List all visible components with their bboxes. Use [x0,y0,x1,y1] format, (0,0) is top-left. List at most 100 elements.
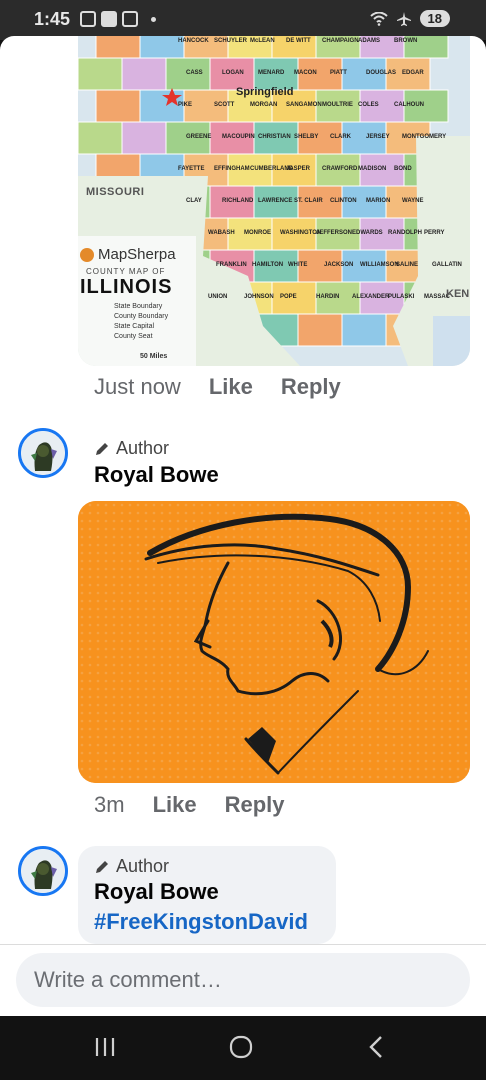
county-label: CHRISTIAN [258,134,291,140]
map-state-title: ILLINOIS [80,276,173,298]
reply-button[interactable]: Reply [225,792,285,818]
like-button[interactable]: Like [153,792,197,818]
county-label: ADAMS [358,38,380,44]
photo-notification-icon [122,11,138,27]
county-label: MONROE [244,230,271,236]
county-label: JACKSON [324,262,354,268]
county-label: MADISON [358,166,387,172]
screenshot-icon [80,11,96,27]
comment-author-name[interactable]: Royal Bowe [94,879,219,905]
app-notification-icon [101,11,117,27]
map-legend-panel: MapSherpa COUNTY MAP OF ILLINOIS State B… [78,236,196,366]
airplane-mode-icon [396,11,411,26]
county-label: MORGAN [250,102,278,108]
map-brand: MapSherpa [98,246,176,263]
county-label: WAYNE [402,198,424,204]
county-label: COLES [358,102,379,108]
back-icon[interactable] [364,1034,390,1060]
pencil-icon [96,442,108,455]
comment-input[interactable] [16,953,470,1007]
county-label: CLAY [186,198,202,204]
county-label: LAWRENCE [258,198,293,204]
comment-author-name[interactable]: Royal Bowe [94,462,219,488]
county-label: HANCOCK [178,38,209,44]
county-label: PIATT [330,70,347,76]
county-label: SALINE [396,262,419,268]
county-label: MOULTRIE [322,102,353,108]
composer-divider [0,944,486,945]
legend-item: State Capital [114,323,155,330]
comments-sheet: HANCOCK SCHUYLER McLEAN DE WITT CHAMPAIGN ADA… [0,36,486,1016]
county-label: BROWN [394,38,418,44]
reply-button[interactable]: Reply [281,374,341,400]
county-label: PULASKI [388,294,415,300]
county-label: DOUGLAS [366,70,396,76]
author-badge: Author [94,438,169,459]
county-label: BOND [394,166,412,172]
author-badge-label: Author [116,438,170,458]
county-label: JASPER [286,166,311,172]
county-label: SCOTT [214,102,235,108]
capital-label: Springfield [236,86,294,98]
county-label: JERSEY [366,134,390,140]
comment-timestamp: Just now [94,374,181,399]
like-button[interactable]: Like [209,374,253,400]
map-scale: 50 Miles [140,353,168,360]
county-label: ALEXANDER [352,294,390,300]
county-label: MARION [366,198,391,204]
avatar[interactable] [18,846,68,896]
county-label: HARDIN [316,294,340,300]
county-label: ST. CLAIR [294,198,323,204]
county-label: UNION [208,294,228,300]
notification-icons [80,11,156,27]
county-label: DE WITT [286,38,311,44]
status-time: 1:45 [34,9,71,29]
mapsherpa-logo-icon [80,247,94,262]
author-badge: Author [94,856,169,877]
avatar[interactable] [18,428,68,478]
county-label: CALHOUN [394,102,424,108]
more-notifications-icon [151,16,156,22]
county-label: GREENE [186,134,212,140]
map-subtitle: COUNTY MAP OF [86,267,166,276]
county-label: PIKE [178,102,193,108]
county-label: CLINTON [330,198,357,204]
county-label: SCHUYLER [214,38,248,44]
author-badge-label: Author [116,856,170,876]
system-navigation-bar [0,1016,486,1080]
county-label: SHELBY [294,134,319,140]
county-label: CLARK [330,134,351,140]
legend-item: County Seat [114,333,153,340]
county-label: CASS [186,70,203,76]
county-label: LOGAN [222,70,244,76]
county-label: WILLIAMSON [360,262,399,268]
county-label: WHITE [288,262,308,268]
map-image-attachment[interactable]: HANCOCK SCHUYLER McLEAN DE WITT CHAMPAIGN ADA… [78,36,470,366]
recent-apps-icon[interactable] [92,1034,118,1060]
county-label: EFFINGHAM [214,166,250,172]
county-label: FAYETTE [178,166,205,172]
county-label: WABASH [208,230,235,236]
county-label: EDWARDS [352,230,383,236]
hashtag-link[interactable]: #FreeKingstonDavid [94,909,308,935]
county-label: EDGAR [402,70,424,76]
county-label: GALLATIN [432,262,462,268]
legend-item: State Boundary [114,303,163,310]
caricature-image-attachment[interactable] [78,501,470,783]
county-label: FRANKLIN [216,262,247,268]
county-label: CHAMPAIGN [322,38,359,44]
comment-meta-row: Just now Like Reply [94,374,341,400]
map-legend: State Boundary County Boundary State Capit… [84,302,196,342]
legend-item: County Boundary [114,313,169,320]
county-label: MACOUPIN [222,134,255,140]
comment-meta-row: 3m Like Reply [94,792,285,818]
county-label: MONTGOMERY [402,134,447,140]
status-bar: 1:45 18 [0,0,486,40]
home-icon[interactable] [228,1034,254,1060]
county-label: SANGAMON [286,102,322,108]
county-label: POPE [280,294,297,300]
neighbor-state-left: MISSOURI [86,186,145,198]
neighbor-state-right: KEN [446,288,470,300]
battery-indicator: 18 [419,10,450,27]
county-label: HAMILTON [252,262,284,268]
